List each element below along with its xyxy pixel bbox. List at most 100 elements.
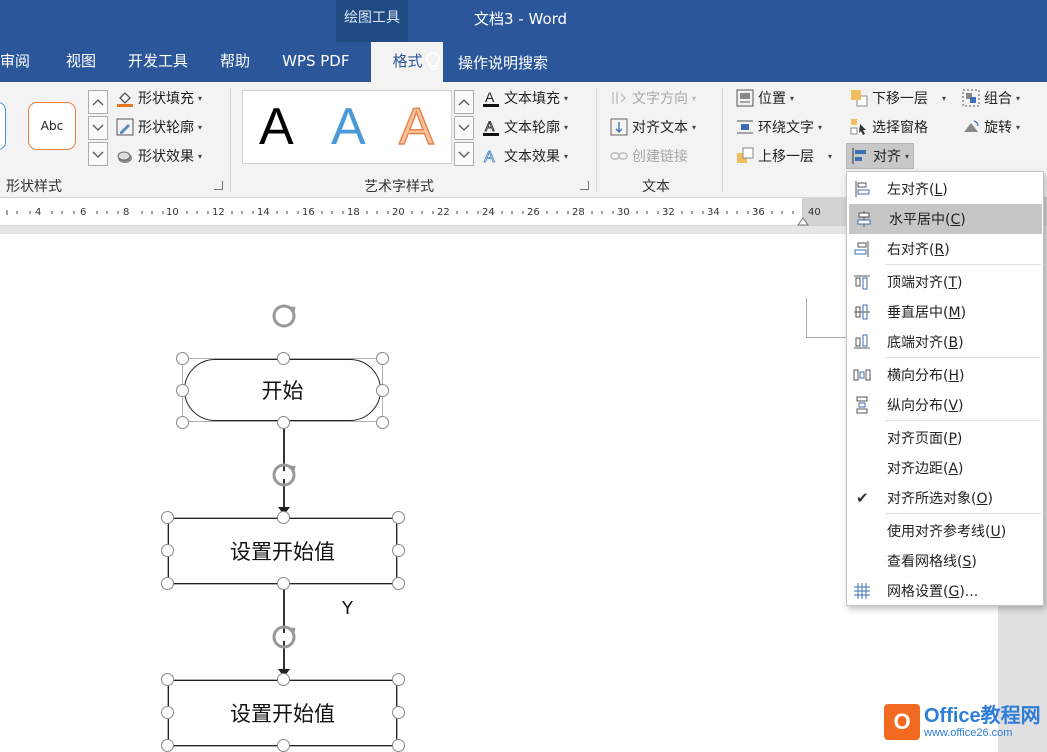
wordart-down-button[interactable] [454,116,474,140]
flow-process-box[interactable]: 设置开始值 [168,680,397,746]
indent-marker-icon[interactable] [797,216,809,226]
document-title: 文档3 - Word [474,10,568,28]
align-text-button[interactable]: 对齐文本 ▾ [610,115,696,139]
menu-item-distribute-horizontal[interactable]: 横向分布(H) [847,360,1043,390]
wordart-up-button[interactable] [454,90,474,114]
resize-handle[interactable] [392,706,405,719]
menu-item-align-middle[interactable]: 垂直居中(M) [847,297,1043,327]
menu-item-align-to-page[interactable]: 对齐页面(P) [847,423,1043,453]
resize-handle[interactable] [176,352,189,365]
resize-handle[interactable] [161,739,174,752]
gallery-down-button[interactable] [88,116,108,140]
branch-label[interactable]: Y [342,598,353,619]
pencil-outline-icon [116,118,134,136]
resize-handle[interactable] [176,416,189,429]
menu-item-align-center[interactable]: 水平居中(C) [849,204,1042,234]
selection-pane-button[interactable]: 选择窗格 [850,115,928,139]
menu-item-align-right[interactable]: 右对齐(R) [847,234,1043,264]
tab-wps-pdf[interactable]: WPS PDF [266,42,365,82]
tab-review[interactable]: 审阅 [0,42,50,82]
resize-handle[interactable] [277,352,290,365]
resize-handle[interactable] [161,544,174,557]
resize-handle[interactable] [161,706,174,719]
shape-fill-button[interactable]: 形状填充 ▾ [116,86,202,110]
flow-process-box[interactable]: 设置开始值 [168,518,397,584]
text-direction-button[interactable]: 文字方向 ▾ [610,86,696,110]
text-effects-button[interactable]: A 文本效果 ▾ [482,144,568,168]
resize-handle[interactable] [277,416,290,429]
gallery-up-button[interactable] [88,90,108,114]
shape-outline-button[interactable]: 形状轮廓 ▾ [116,115,202,139]
rotate-handle-icon[interactable] [269,623,299,651]
shape-style-sample[interactable]: Abc [28,102,76,150]
resize-handle[interactable] [161,577,174,590]
flow-terminal-start[interactable]: 开始 [184,359,381,421]
shape-outline-label: 形状轮廓 [138,120,194,136]
send-backward-button[interactable]: 下移一层 ▾ [850,86,946,110]
menu-item-grid-settings[interactable]: 网格设置(G)... [847,576,1043,606]
watermark-url: www.office26.com [924,727,1013,739]
group-icon [962,89,980,107]
ruler-number: 20 [392,207,405,218]
send-backward-icon [850,89,868,107]
align-button[interactable]: 对齐 ▾ [846,143,915,169]
create-link-button[interactable]: 创建链接 [610,144,688,168]
text-outline-button[interactable]: A 文本轮廓 ▾ [482,115,568,139]
resize-handle[interactable] [376,352,389,365]
resize-handle[interactable] [277,739,290,752]
wrap-text-button[interactable]: 环绕文字 ▾ [736,115,822,139]
resize-handle[interactable] [392,739,405,752]
gallery-more-button[interactable] [88,142,108,166]
wordart-styles-launcher[interactable] [580,181,589,190]
menu-item-align-top[interactable]: 顶端对齐(T) [847,267,1043,297]
menu-item-label: 底端对齐(B) [887,335,964,351]
align-label: 对齐 [873,149,901,165]
resize-handle[interactable] [161,511,174,524]
create-link-label: 创建链接 [632,149,688,165]
bring-forward-button[interactable]: 上移一层 ▾ [736,144,832,168]
wrap-text-label: 环绕文字 [758,120,814,136]
resize-handle[interactable] [392,511,405,524]
menu-item-align-to-margin[interactable]: 对齐边距(A) [847,453,1043,483]
resize-handle[interactable] [277,577,290,590]
menu-item-label: 右对齐(R) [887,242,950,258]
position-label: 位置 [758,91,786,107]
wordart-more-button[interactable] [454,142,474,166]
menu-item-align-left[interactable]: 左对齐(L) [847,174,1043,204]
menu-item-distribute-vertical[interactable]: 纵向分布(V) [847,390,1043,420]
tab-help[interactable]: 帮助 [204,42,266,82]
rotate-button[interactable]: 旋转 ▾ [962,115,1020,139]
shape-style-partial[interactable] [0,102,6,150]
resize-handle[interactable] [277,673,290,686]
menu-item-align-bottom[interactable]: 底端对齐(B) [847,327,1043,357]
shape-fill-label: 形状填充 [138,91,194,107]
resize-handle[interactable] [376,384,389,397]
menu-item-use-alignment-guides[interactable]: 使用对齐参考线(U) [847,516,1043,546]
tell-me-search[interactable]: 操作说明搜索 [424,42,548,82]
wordart-gallery: A A A [242,90,452,164]
shape-styles-launcher[interactable] [214,181,223,190]
resize-handle[interactable] [161,673,174,686]
tab-developer[interactable]: 开发工具 [112,42,204,82]
group-button[interactable]: 组合 ▾ [962,86,1020,110]
menu-item-view-gridlines[interactable]: 查看网格线(S) [847,546,1043,576]
chevron-up-icon [92,99,104,106]
resize-handle[interactable] [376,416,389,429]
resize-handle[interactable] [392,577,405,590]
wordart-sample-orange[interactable]: A [398,97,434,157]
position-button[interactable]: 位置 ▾ [736,86,794,110]
rotate-handle-icon[interactable] [269,302,299,330]
rotate-handle-icon[interactable] [269,461,299,489]
shape-effects-button[interactable]: 形状效果 ▾ [116,144,202,168]
tab-view[interactable]: 视图 [50,42,112,82]
ribbon-tabs: 审阅 视图 开发工具 帮助 WPS PDF 格式 [0,42,444,82]
resize-handle[interactable] [392,544,405,557]
office-logo-icon: O [884,704,920,740]
resize-handle[interactable] [392,673,405,686]
text-fill-button[interactable]: A 文本填充 ▾ [482,86,568,110]
wordart-sample-black[interactable]: A [259,97,294,157]
menu-item-align-selected-objects[interactable]: ✔ 对齐所选对象(O) [847,483,1043,513]
resize-handle[interactable] [176,384,189,397]
wordart-sample-blue[interactable]: A [331,97,366,157]
resize-handle[interactable] [277,511,290,524]
